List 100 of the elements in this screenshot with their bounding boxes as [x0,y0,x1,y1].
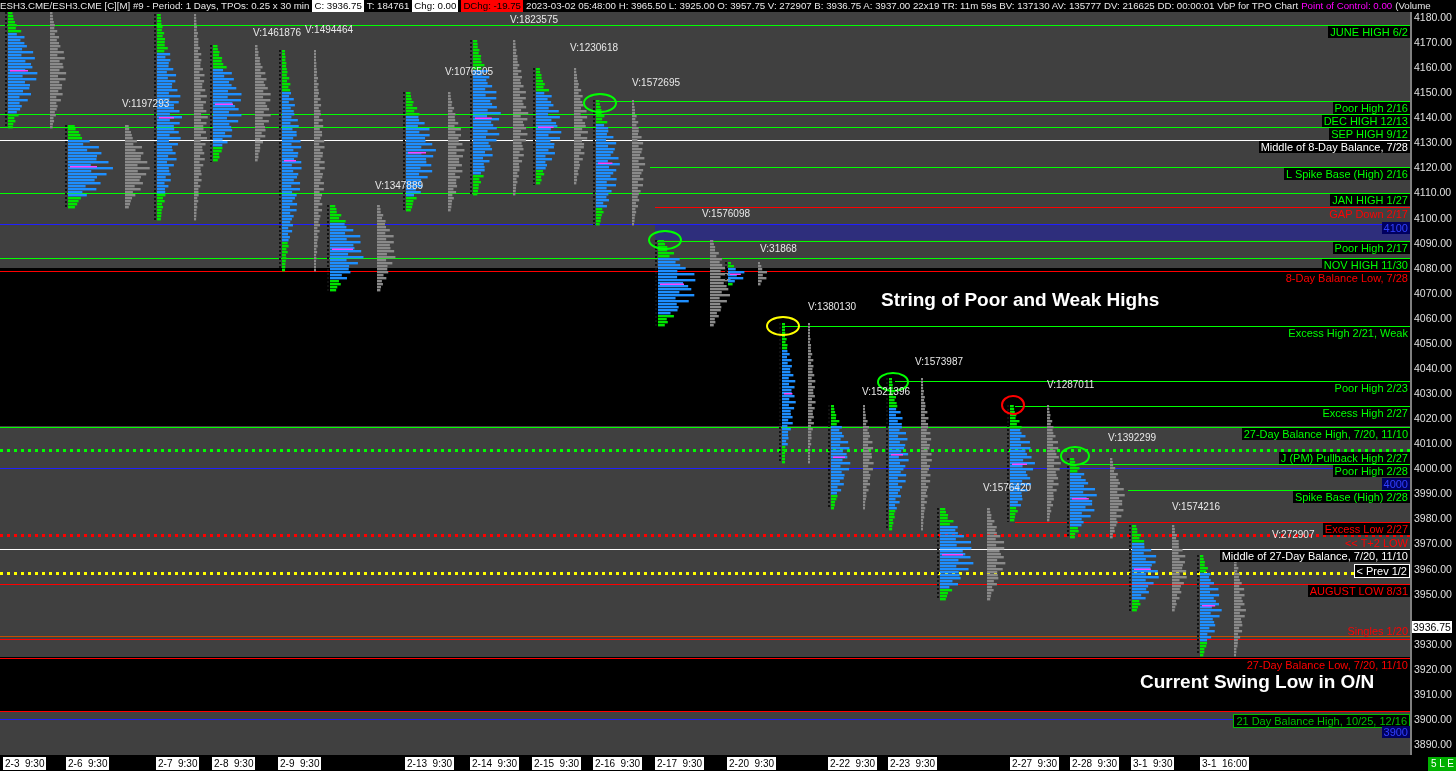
time-tick: 2-7 9:30 [156,757,200,770]
price-tick: 4140.00 [1414,111,1452,124]
level-label: 27-Day Balance High, 7/20, 11/10 [1241,428,1410,440]
level-label: SEP HIGH 9/12 [1329,128,1410,140]
header-field: C: 3936.75 [312,0,364,12]
volume-label: V:1494464 [305,24,353,36]
price-tick: 4080.00 [1414,261,1452,274]
time-tick: 2-23 9:30 [888,757,938,770]
time-tick: 2-15 9:30 [532,757,582,770]
status-badge: 5 L E [1428,757,1456,771]
header-field: T: 184761 [366,0,410,12]
current-price-label: 3936.75 [1412,621,1452,633]
time-tick: 2-17 9:30 [655,757,705,770]
volume-label: V:1521396 [862,386,910,398]
volume-label: V:1823575 [510,14,558,26]
price-tick: 4130.00 [1414,136,1452,149]
annotation-text: String of Poor and Weak Highs [881,290,1160,310]
tpo-profile [725,261,745,286]
time-tick: 2-16 9:30 [593,757,643,770]
price-tick: 3970.00 [1414,537,1452,550]
time-tick: 2-13 9:30 [405,757,455,770]
level-label: Spike Base (High) 2/28 [1292,491,1410,503]
header-field: Point of Control: 0.00 [1301,0,1393,12]
time-tick: 2-8 9:30 [212,757,256,770]
price-tick: 3980.00 [1414,512,1452,525]
volume-profile [758,262,767,286]
price-tick: 4170.00 [1414,36,1452,49]
level-label: < Prev 1/2 [1353,564,1410,578]
level-label: Poor High 2/16 [1332,102,1410,114]
time-tick: 2-6 9:30 [66,757,110,770]
volume-label: V:1576098 [702,208,750,220]
volume-label: V:1573987 [915,356,963,368]
level-label: 8-Day Balance Low, 7/28 [1284,272,1409,284]
price-tick: 3990.00 [1414,487,1452,500]
price-tick: 4020.00 [1414,412,1452,425]
volume-label: V:1380130 [808,301,856,313]
time-tick: 2-20 9:30 [727,757,777,770]
volume-label: V:1392299 [1108,432,1156,444]
price-tick: 3960.00 [1414,562,1452,575]
price-tick: 4180.00 [1414,11,1452,23]
level-label: 27-Day Balance Low, 7/20, 11/10 [1245,659,1409,671]
level-label: Excess High 2/21, Weak [1287,327,1409,339]
level-label: JAN HIGH 1/27 [1330,194,1410,206]
price-tick: 3890.00 [1414,738,1452,750]
round-number-label: 3900 [1381,726,1410,738]
price-tick: 4050.00 [1414,336,1452,349]
header-field: 2023-03-02 05:48:00 H: 3965.50 L: 3925.00 O: 3957.75 V: 272907 B: 3936.75 A: 3937.00 22x19 TR: 11m 59s BV: 137130 AV: 135777 DV: 216625 DD: 00:00:01 VbP for TPO Chart [526,0,1299,12]
price-tick: 4000.00 [1414,462,1452,475]
volume-label: V:1347889 [375,180,423,192]
volume-label: V:1574216 [1172,501,1220,513]
price-tick: 4010.00 [1414,437,1452,450]
header-field: DChg: -19.75 [461,0,523,12]
volume-label: V:1197293 [122,98,170,110]
volume-label: V:1576420 [983,482,1031,494]
round-number-label: 4100 [1381,222,1410,234]
price-tick: 4150.00 [1414,86,1452,99]
volume-label: V:272907 [1272,529,1315,541]
time-tick: 2-27 9:30 [1010,757,1060,770]
volume-label: V:1076505 [445,66,493,78]
level-label: GAP Down 2/17 [1328,208,1409,220]
level-label: J (PM) Pullback High 2/27 [1278,452,1410,464]
volume-label: V:1572695 [632,77,680,89]
level-label: JUNE HIGH 6/2 [1328,26,1410,38]
level-label: << T+2 LOW [1343,537,1409,549]
time-tick: 2-14 9:30 [470,757,520,770]
time-tick: 2-3 9:30 [3,757,47,770]
level-label: Poor High 2/28 [1332,465,1410,477]
level-label: Singles 1/20 [1346,625,1409,637]
price-tick: 4060.00 [1414,311,1452,324]
price-tick: 3910.00 [1414,687,1452,700]
header-field: ESH3.CME/ESH3.CME [C][M] #9 - Period: 1 Days, TPOs: 0.25 x 30 min [0,0,310,12]
price-tick: 4160.00 [1414,61,1452,74]
time-tick: 2-28 9:30 [1070,757,1120,770]
price-tick: 4100.00 [1414,211,1452,224]
time-tick: 3-1 9:30 [1131,757,1175,770]
level-label: Excess Low 2/27 [1322,523,1410,535]
level-label: L Spike Base (High) 2/16 [1284,168,1410,180]
level-label: NOV HIGH 11/30 [1321,259,1410,271]
price-tick: 4030.00 [1414,387,1452,400]
header-field: Chg: 0.00 [412,0,459,12]
level-label: Middle of 27-Day Balance, 7/20, 11/10 [1219,550,1410,562]
price-tick: 3920.00 [1414,662,1452,675]
volume-label: V:1461876 [253,27,301,39]
time-tick: 2-9 9:30 [278,757,322,770]
annotation-text: Current Swing Low in O/N [1140,672,1375,692]
price-tick: 4110.00 [1414,186,1452,199]
header-field: (Volume [1395,0,1431,12]
price-tick: 3900.00 [1414,712,1452,725]
price-tick: 3950.00 [1414,587,1452,600]
round-number-label: 4000 [1381,478,1410,490]
level-label: Poor High 2/23 [1333,382,1409,394]
price-tick: 3930.00 [1414,637,1452,650]
time-tick: 3-1 16:00 [1200,757,1250,770]
level-label: AUGUST LOW 8/31 [1307,585,1410,597]
level-label: 21 Day Balance High, 10/25, 12/16 [1233,714,1410,728]
volume-label: V:31868 [760,243,797,255]
time-tick: 2-22 9:30 [828,757,878,770]
level-label: Excess High 2/27 [1321,407,1409,419]
price-tick: 4040.00 [1414,361,1452,374]
price-tick: 4090.00 [1414,236,1452,249]
